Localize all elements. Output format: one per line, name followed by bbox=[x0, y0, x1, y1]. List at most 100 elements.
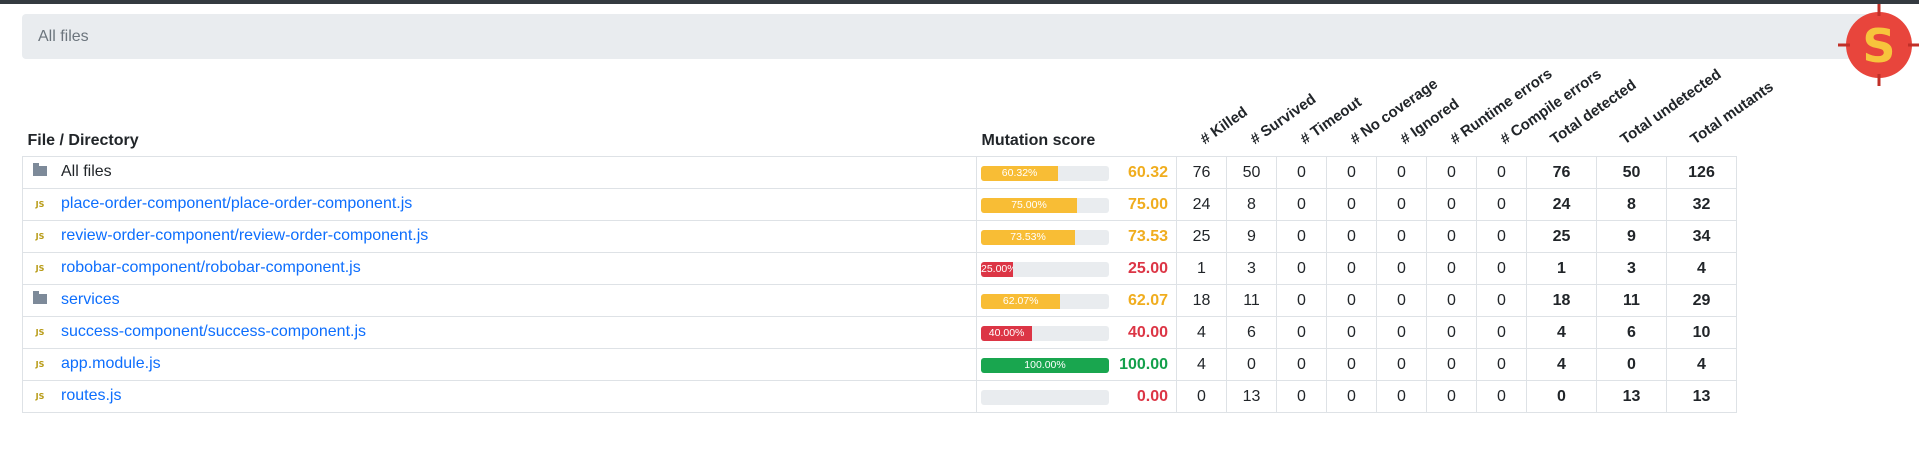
no-coverage-cell: 0 bbox=[1326, 284, 1377, 317]
score-value: 73.53 bbox=[1127, 228, 1168, 245]
runtime-errors-cell: 0 bbox=[1426, 380, 1477, 413]
progress-bar-fill: 75.00% bbox=[981, 198, 1077, 213]
compile-errors-cell: 0 bbox=[1476, 316, 1527, 349]
table-header-row: File / Directory Mutation score # Killed… bbox=[23, 65, 1777, 157]
file-link[interactable]: robobar-component/robobar-component.js bbox=[61, 259, 361, 276]
survived-cell: 8 bbox=[1226, 188, 1277, 221]
no-coverage-cell: 0 bbox=[1326, 316, 1377, 349]
total-mutants-cell: 10 bbox=[1666, 316, 1737, 349]
file-name-cell: JS success-component/success-component.js bbox=[22, 316, 977, 349]
survived-cell: 13 bbox=[1226, 380, 1277, 413]
compile-errors-cell: 0 bbox=[1476, 348, 1527, 381]
file-link[interactable]: routes.js bbox=[61, 387, 121, 404]
progress-bar: 100.00% bbox=[981, 358, 1109, 373]
total-mutants-cell: 29 bbox=[1666, 284, 1737, 317]
total-undetected-cell: 11 bbox=[1596, 284, 1667, 317]
total-undetected-cell: 9 bbox=[1596, 220, 1667, 253]
total-mutants-cell: 13 bbox=[1666, 380, 1737, 413]
timeout-cell: 0 bbox=[1276, 252, 1327, 285]
ignored-cell: 0 bbox=[1376, 252, 1427, 285]
progress-bar: 75.00% bbox=[981, 198, 1109, 213]
progress-bar-fill: 25.00% bbox=[981, 262, 1013, 277]
js-icon: JS bbox=[35, 327, 45, 337]
ignored-cell: 0 bbox=[1376, 380, 1427, 413]
no-coverage-cell: 0 bbox=[1326, 380, 1377, 413]
timeout-cell: 0 bbox=[1276, 316, 1327, 349]
total-mutants-cell: 4 bbox=[1666, 348, 1737, 381]
compile-errors-cell: 0 bbox=[1476, 188, 1527, 221]
total-undetected-cell: 13 bbox=[1596, 380, 1667, 413]
survived-cell: 0 bbox=[1226, 348, 1277, 381]
table-row: JS place-order-component/place-order-comp… bbox=[22, 188, 1737, 221]
progress-bar-fill: 100.00% bbox=[981, 358, 1109, 373]
js-icon: JS bbox=[35, 359, 45, 369]
mutation-score-cell: 40.00% 40.00 bbox=[976, 316, 1177, 349]
file-link[interactable]: review-order-component/review-order-comp… bbox=[61, 227, 428, 244]
js-icon: JS bbox=[35, 199, 45, 209]
file-link[interactable]: place-order-component/place-order-compon… bbox=[61, 195, 412, 212]
timeout-cell: 0 bbox=[1276, 380, 1327, 413]
mutation-report-table: File / Directory Mutation score # Killed… bbox=[22, 65, 1777, 413]
progress-bar: 60.32% bbox=[981, 166, 1109, 181]
runtime-errors-cell: 0 bbox=[1426, 316, 1477, 349]
total-detected-cell: 24 bbox=[1526, 188, 1597, 221]
table-row: All files 60.32% 60.32 76 50 0 0 0 0 0 76 50 126 bbox=[22, 156, 1737, 189]
file-name-cell: JS app.module.js bbox=[22, 348, 977, 381]
total-mutants-cell: 4 bbox=[1666, 252, 1737, 285]
mutation-score-cell: 75.00% 75.00 bbox=[976, 188, 1177, 221]
total-undetected-cell: 8 bbox=[1596, 188, 1667, 221]
mutation-score-cell: 73.53% 73.53 bbox=[976, 220, 1177, 253]
total-mutants-cell: 126 bbox=[1666, 156, 1737, 189]
table-row: JS success-component/success-component.js… bbox=[22, 316, 1737, 349]
total-undetected-cell: 50 bbox=[1596, 156, 1667, 189]
compile-errors-cell: 0 bbox=[1476, 380, 1527, 413]
score-value: 40.00 bbox=[1127, 324, 1168, 341]
js-icon: JS bbox=[35, 391, 45, 401]
total-detected-cell: 1 bbox=[1526, 252, 1597, 285]
ignored-cell: 0 bbox=[1376, 348, 1427, 381]
header-mutation-score[interactable]: Mutation score bbox=[977, 96, 1177, 157]
survived-cell: 6 bbox=[1226, 316, 1277, 349]
file-link[interactable]: app.module.js bbox=[61, 355, 161, 372]
table-row: JS robobar-component/robobar-component.js… bbox=[22, 252, 1737, 285]
total-detected-cell: 18 bbox=[1526, 284, 1597, 317]
runtime-errors-cell: 0 bbox=[1426, 220, 1477, 253]
progress-bar: 25.00% bbox=[981, 262, 1109, 277]
mutation-score-cell: 60.32% 60.32 bbox=[976, 156, 1177, 189]
score-value: 75.00 bbox=[1127, 196, 1168, 213]
ignored-cell: 0 bbox=[1376, 156, 1427, 189]
breadcrumb-item-all-files[interactable]: All files bbox=[38, 28, 89, 45]
progress-bar-fill: 62.07% bbox=[981, 294, 1061, 309]
progress-bar bbox=[981, 390, 1109, 405]
progress-bar: 62.07% bbox=[981, 294, 1109, 309]
ignored-cell: 0 bbox=[1376, 316, 1427, 349]
total-detected-cell: 76 bbox=[1526, 156, 1597, 189]
progress-bar: 73.53% bbox=[981, 230, 1109, 245]
js-icon: JS bbox=[35, 231, 45, 241]
killed-cell: 1 bbox=[1176, 252, 1227, 285]
timeout-cell: 0 bbox=[1276, 220, 1327, 253]
no-coverage-cell: 0 bbox=[1326, 188, 1377, 221]
mutation-score-cell: 62.07% 62.07 bbox=[976, 284, 1177, 317]
total-detected-cell: 0 bbox=[1526, 380, 1597, 413]
timeout-cell: 0 bbox=[1276, 348, 1327, 381]
timeout-cell: 0 bbox=[1276, 156, 1327, 189]
table-row: JS review-order-component/review-order-co… bbox=[22, 220, 1737, 253]
compile-errors-cell: 0 bbox=[1476, 252, 1527, 285]
no-coverage-cell: 0 bbox=[1326, 220, 1377, 253]
progress-bar-fill: 40.00% bbox=[981, 326, 1033, 341]
table-row: JS app.module.js 100.00% 100.00 4 0 0 0 0 0 0 4 0 4 bbox=[22, 348, 1737, 381]
no-coverage-cell: 0 bbox=[1326, 252, 1377, 285]
header-file-directory[interactable]: File / Directory bbox=[23, 96, 977, 157]
file-link[interactable]: services bbox=[61, 291, 120, 308]
file-link[interactable]: success-component/success-component.js bbox=[61, 323, 366, 340]
killed-cell: 76 bbox=[1176, 156, 1227, 189]
timeout-cell: 0 bbox=[1276, 284, 1327, 317]
score-value: 62.07 bbox=[1127, 292, 1168, 309]
total-undetected-cell: 3 bbox=[1596, 252, 1667, 285]
runtime-errors-cell: 0 bbox=[1426, 188, 1477, 221]
mutation-score-cell: 25.00% 25.00 bbox=[976, 252, 1177, 285]
score-value: 100.00 bbox=[1119, 356, 1168, 373]
total-undetected-cell: 6 bbox=[1596, 316, 1667, 349]
killed-cell: 4 bbox=[1176, 316, 1227, 349]
